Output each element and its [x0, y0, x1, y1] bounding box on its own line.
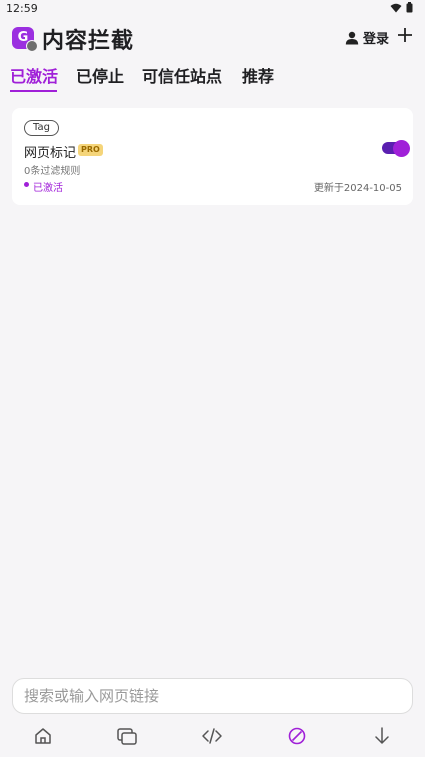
search-bar — [12, 678, 413, 714]
search-input[interactable] — [13, 679, 412, 713]
login-button[interactable]: 登录 — [345, 28, 389, 47]
rule-status: 已激活 — [33, 183, 63, 194]
pro-badge: PRO — [78, 144, 103, 156]
shield-badge-icon — [26, 40, 38, 52]
block-icon — [288, 727, 306, 745]
home-icon — [35, 728, 51, 744]
rule-count: 0条过滤规则 — [24, 166, 81, 177]
bottom-nav — [0, 722, 425, 748]
tab-indicator — [10, 90, 57, 92]
tab-recommended[interactable]: 推荐 — [242, 63, 274, 87]
person-icon — [345, 31, 359, 44]
plus-icon[interactable] — [397, 27, 413, 43]
rule-toggle[interactable] — [382, 139, 410, 157]
tab-stopped[interactable]: 已停止 — [76, 63, 124, 87]
login-label: 登录 — [362, 32, 389, 47]
code-button[interactable] — [201, 725, 223, 747]
tabs-icon — [117, 728, 137, 745]
home-button[interactable] — [32, 725, 54, 747]
toggle-knob — [393, 139, 410, 157]
battery-icon — [406, 2, 413, 13]
status-icons — [390, 2, 413, 13]
download-button[interactable] — [371, 725, 393, 747]
tag-chip: Tag — [24, 120, 59, 136]
tabs-button[interactable] — [116, 725, 138, 747]
status-bar: 12:59 — [0, 0, 425, 18]
tab-active[interactable]: 已激活 — [10, 63, 58, 87]
block-button[interactable] — [286, 725, 308, 747]
status-time: 12:59 — [6, 2, 38, 15]
tab-trusted-sites[interactable]: 可信任站点 — [142, 63, 222, 87]
code-icon — [202, 728, 222, 744]
status-dot — [24, 182, 29, 187]
updated-date: 更新于2024-10-05 — [313, 183, 402, 194]
app-header: G 内容拦截 登录 — [0, 22, 425, 54]
rule-name: 网页标记 — [24, 146, 77, 161]
rule-card[interactable]: Tag 网页标记 PRO 0条过滤规则 已激活 更新于2024-10-05 — [12, 108, 413, 205]
wifi-icon — [390, 3, 402, 12]
page-title: 内容拦截 — [42, 29, 135, 54]
download-icon — [375, 727, 389, 744]
tab-bar: 已激活 已停止 可信任站点 推荐 — [0, 60, 425, 96]
